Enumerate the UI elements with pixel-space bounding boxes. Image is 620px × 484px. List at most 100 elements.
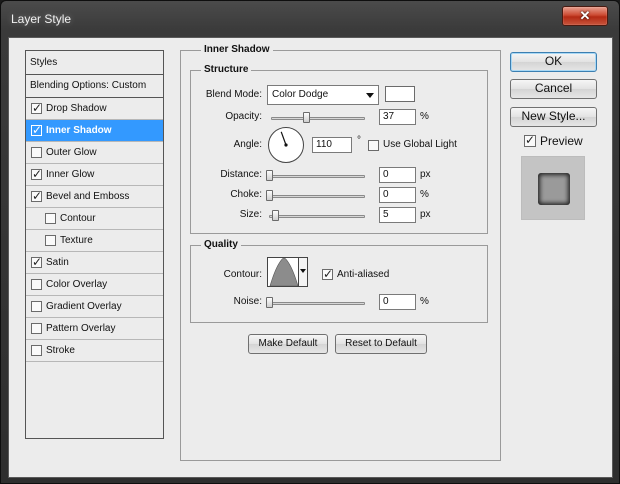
distance-input[interactable]: 0: [379, 167, 416, 183]
reset-to-default-button[interactable]: Reset to Default: [335, 334, 427, 354]
styles-item-inner-shadow[interactable]: ✓ Inner Shadow: [26, 120, 163, 142]
checkmark-icon: ✓: [525, 133, 536, 147]
style-checkbox[interactable]: ✓: [31, 189, 43, 203]
angle-dial-needle-icon: [280, 131, 288, 147]
anti-aliased-checkbox[interactable]: ✓: [322, 267, 334, 281]
choke-label: Choke:: [230, 189, 262, 200]
style-checkbox[interactable]: [45, 235, 56, 246]
layer-style-dialog: Layer Style ✕ Styles Blending Options: C…: [0, 0, 620, 484]
contour-curve-icon: [269, 258, 299, 286]
opacity-slider-track[interactable]: [271, 117, 365, 120]
choke-slider-thumb[interactable]: [266, 190, 273, 201]
noise-input[interactable]: 0: [379, 294, 416, 310]
blend-mode-select[interactable]: Color Dodge: [267, 85, 379, 105]
style-checkbox[interactable]: ✓: [31, 123, 43, 137]
opacity-unit: %: [420, 111, 429, 122]
distance-slider-thumb[interactable]: [266, 170, 273, 181]
angle-dial[interactable]: [268, 127, 304, 163]
styles-item-stroke[interactable]: Stroke: [26, 340, 163, 362]
style-checkbox[interactable]: ✓: [31, 167, 43, 181]
opacity-slider-thumb[interactable]: [302, 112, 310, 123]
use-global-light-checkbox[interactable]: [368, 140, 379, 151]
styles-item-bevel-and-emboss[interactable]: ✓ Bevel and Emboss: [26, 186, 163, 208]
anti-aliased-label: Anti-aliased: [337, 269, 390, 280]
ok-button[interactable]: OK: [510, 52, 597, 72]
styles-item-satin[interactable]: ✓ Satin: [26, 252, 163, 274]
close-button[interactable]: ✕: [562, 6, 608, 26]
size-label: Size:: [239, 209, 262, 220]
distance-label: Distance:: [220, 169, 262, 180]
checkmark-icon: ✓: [32, 101, 43, 115]
styles-item-gradient-overlay[interactable]: Gradient Overlay: [26, 296, 163, 318]
opacity-input[interactable]: 37: [379, 109, 416, 125]
styles-item-color-overlay[interactable]: Color Overlay: [26, 274, 163, 296]
quality-group: Quality Contour: ✓ Anti-aliased Noise: 0…: [190, 239, 488, 323]
checkmark-icon: ✓: [32, 189, 43, 203]
style-checkbox[interactable]: [31, 301, 42, 312]
noise-slider-thumb[interactable]: [266, 297, 273, 308]
noise-slider-track[interactable]: [269, 302, 365, 305]
styles-item-drop-shadow[interactable]: ✓ Drop Shadow: [26, 98, 163, 120]
blend-mode-label: Blend Mode:: [205, 89, 262, 100]
style-checkbox[interactable]: [31, 279, 42, 290]
styles-item-label: Pattern Overlay: [46, 323, 116, 334]
blending-options-item[interactable]: Blending Options: Custom: [26, 75, 163, 98]
style-checkbox[interactable]: [31, 345, 42, 356]
checkmark-icon: ✓: [32, 123, 43, 137]
inner-shadow-title: Inner Shadow: [201, 44, 273, 55]
noise-label: Noise:: [233, 296, 262, 307]
size-input[interactable]: 5: [379, 207, 416, 223]
style-checkbox[interactable]: [45, 213, 56, 224]
chevron-down-icon: [366, 93, 374, 98]
styles-item-label: Satin: [46, 257, 69, 268]
size-slider-track[interactable]: [269, 215, 365, 218]
checkmark-icon: ✓: [32, 255, 43, 269]
size-unit: px: [420, 209, 431, 220]
title-bar[interactable]: Layer Style ✕: [1, 1, 619, 37]
angle-input[interactable]: 110: [312, 137, 352, 153]
contour-dropdown[interactable]: [298, 258, 307, 286]
angle-unit: °: [357, 135, 361, 146]
contour-picker[interactable]: [267, 257, 308, 287]
styles-item-label: Bevel and Emboss: [46, 191, 130, 202]
inner-shadow-panel: Inner Shadow Structure Blend Mode: Color…: [180, 44, 501, 461]
distance-slider-track[interactable]: [269, 175, 365, 178]
new-style-button[interactable]: New Style...: [510, 107, 597, 127]
styles-item-label: Outer Glow: [46, 147, 97, 158]
window-title: Layer Style: [11, 12, 72, 26]
styles-item-inner-glow[interactable]: ✓ Inner Glow: [26, 164, 163, 186]
quality-title: Quality: [201, 239, 241, 250]
size-slider-thumb[interactable]: [272, 210, 279, 221]
styles-item-outer-glow[interactable]: Outer Glow: [26, 142, 163, 164]
shadow-color-swatch[interactable]: [385, 86, 415, 102]
styles-item-label: Stroke: [46, 345, 75, 356]
style-checkbox[interactable]: [31, 323, 42, 334]
preview-swatch: [538, 173, 570, 205]
styles-item-label: Contour: [60, 213, 96, 224]
structure-title: Structure: [201, 64, 252, 75]
styles-item-contour[interactable]: Contour: [26, 208, 163, 230]
style-checkbox[interactable]: ✓: [31, 101, 43, 115]
style-checkbox[interactable]: [31, 147, 42, 158]
choke-input[interactable]: 0: [379, 187, 416, 203]
distance-unit: px: [420, 169, 431, 180]
styles-item-texture[interactable]: Texture: [26, 230, 163, 252]
opacity-label: Opacity:: [225, 111, 262, 122]
styles-item-pattern-overlay[interactable]: Pattern Overlay: [26, 318, 163, 340]
styles-item-label: Drop Shadow: [46, 103, 107, 114]
choke-slider-track[interactable]: [269, 195, 365, 198]
styles-item-label: Inner Shadow: [46, 125, 112, 136]
checkmark-icon: ✓: [32, 167, 43, 181]
checkmark-icon: ✓: [323, 267, 334, 281]
preview-label: Preview: [540, 134, 583, 148]
choke-unit: %: [420, 189, 429, 200]
close-icon: ✕: [579, 8, 591, 23]
cancel-button[interactable]: Cancel: [510, 79, 597, 99]
styles-header[interactable]: Styles: [26, 51, 163, 75]
blend-mode-value: Color Dodge: [272, 89, 329, 100]
use-global-light-label: Use Global Light: [383, 139, 457, 150]
dialog-body: Styles Blending Options: Custom ✓ Drop Sh…: [8, 37, 613, 478]
style-checkbox[interactable]: ✓: [31, 255, 43, 269]
make-default-button[interactable]: Make Default: [248, 334, 328, 354]
preview-checkbox[interactable]: ✓: [524, 133, 536, 147]
